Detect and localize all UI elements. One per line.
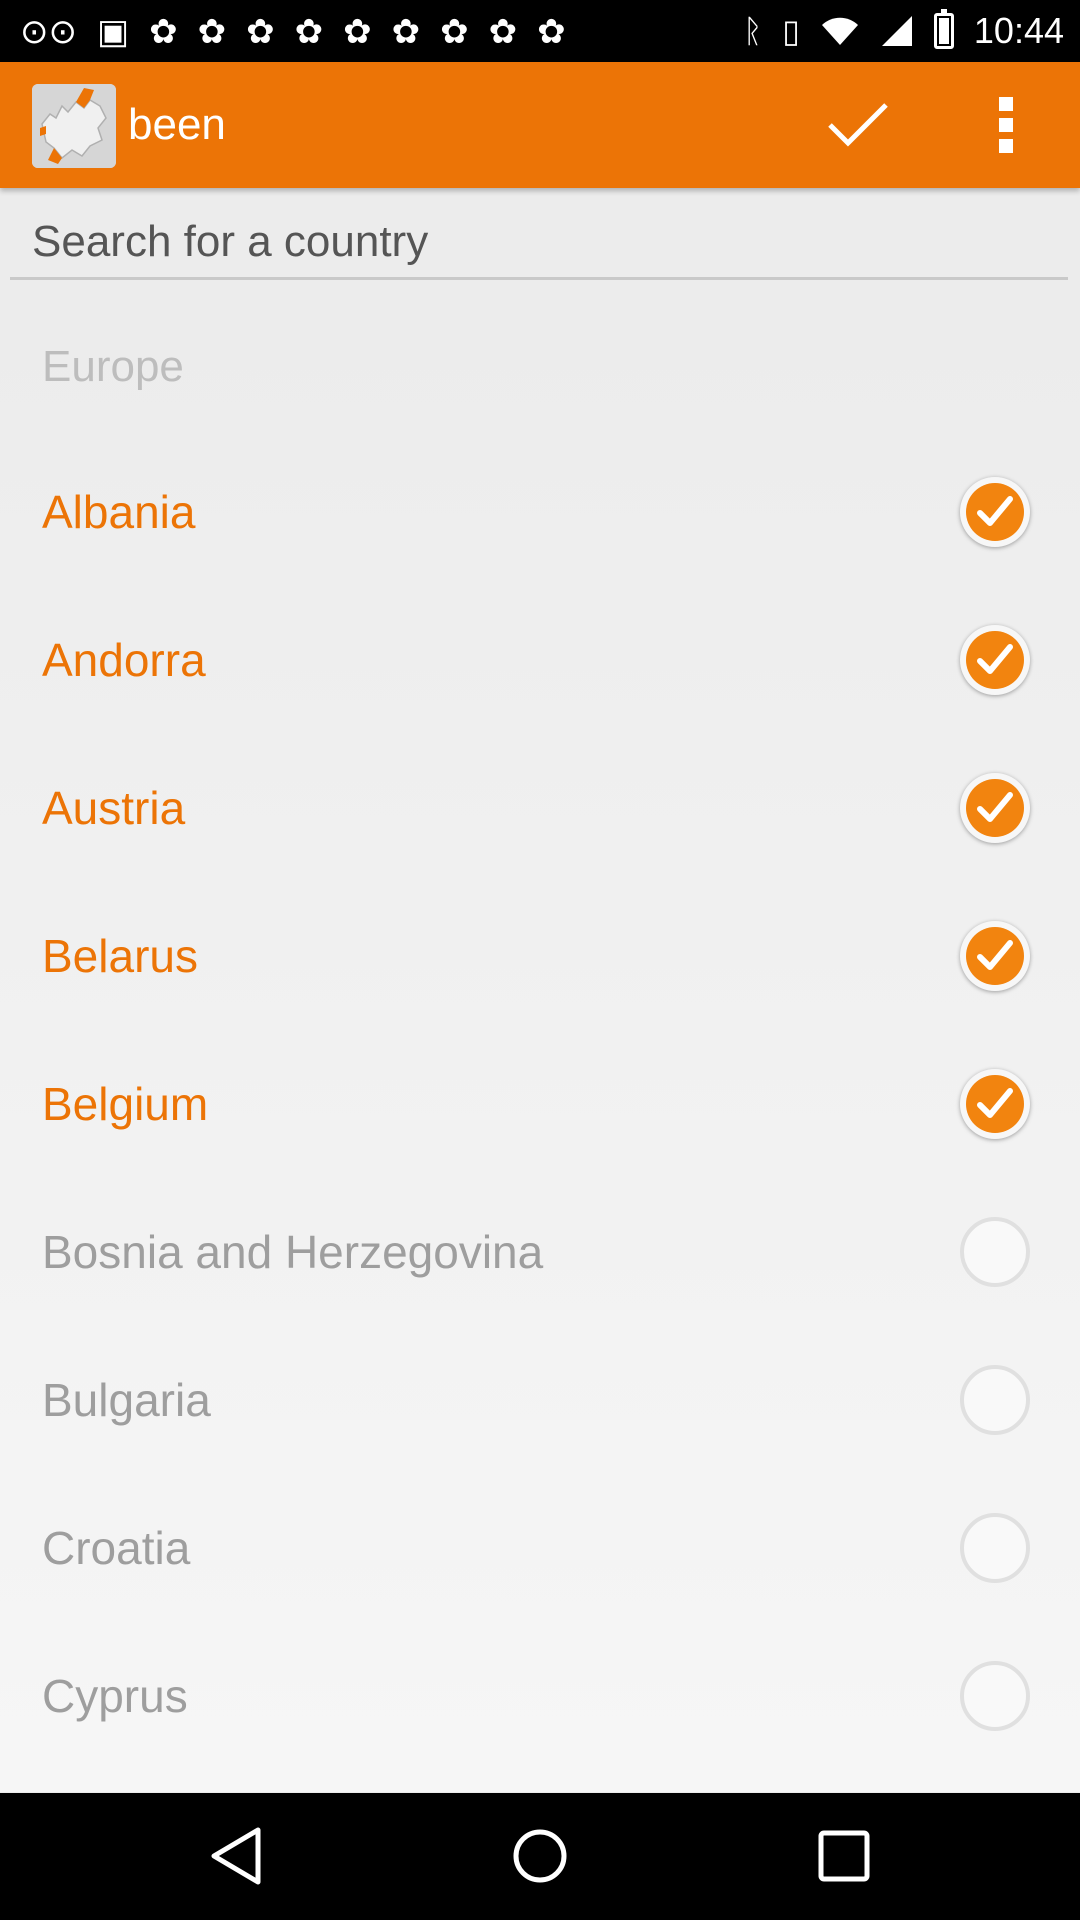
check-icon [828, 103, 888, 147]
country-row[interactable]: Albania [0, 438, 1080, 586]
unchecked-checkbox[interactable] [960, 1217, 1030, 1287]
check-icon [977, 496, 1013, 526]
back-icon [211, 1827, 261, 1885]
overflow-menu-button[interactable] [966, 82, 1046, 168]
country-name: Austria [42, 782, 186, 834]
notification-icons: ⊙⊙ ▣ ✿ ✿ ✿ ✿ ✿ ✿ ✿ ✿ ✿ [20, 10, 566, 54]
country-search-input[interactable] [10, 206, 1068, 280]
pinwheel-icon: ✿ [246, 13, 275, 51]
country-row[interactable]: Bosnia and Herzegovina [0, 1178, 1080, 1326]
recents-icon [818, 1830, 870, 1882]
country-name: Belgium [42, 1078, 209, 1130]
back-button[interactable] [176, 1813, 296, 1899]
overflow-menu-icon [999, 97, 1013, 153]
image-icon: ▣ [96, 13, 130, 51]
country-row[interactable]: Belarus [0, 882, 1080, 1030]
pinwheel-icon: ✿ [149, 13, 178, 51]
navigation-bar [0, 1793, 1080, 1920]
pinwheel-icon: ✿ [343, 13, 372, 51]
checked-checkbox[interactable] [960, 477, 1030, 547]
country-list: Europe Albania Andorra Austria Belarus Belgi… [0, 292, 1080, 1792]
status-bar: ⊙⊙ ▣ ✿ ✿ ✿ ✿ ✿ ✿ ✿ ✿ ✿ ᚱ ▯ 10:44 [0, 0, 1080, 62]
pinwheel-icon: ✿ [537, 13, 566, 51]
country-row[interactable]: Croatia [0, 1474, 1080, 1622]
checked-checkbox[interactable] [960, 773, 1030, 843]
country-row[interactable]: Cyprus [0, 1622, 1080, 1770]
section-header-europe: Europe [42, 342, 184, 391]
country-row[interactable]: Bulgaria [0, 1326, 1080, 1474]
country-name: Bosnia and Herzegovina [42, 1226, 544, 1278]
country-name: Andorra [42, 634, 206, 686]
recents-button[interactable] [784, 1813, 904, 1899]
checked-checkbox[interactable] [960, 625, 1030, 695]
system-tray: ᚱ ▯ 10:44 [743, 0, 1064, 62]
country-row[interactable]: Andorra [0, 586, 1080, 734]
country-name: Bulgaria [42, 1374, 211, 1426]
app-title: been [128, 100, 226, 149]
unchecked-checkbox[interactable] [960, 1661, 1030, 1731]
unchecked-checkbox[interactable] [960, 1513, 1030, 1583]
country-name: Albania [42, 486, 196, 538]
pinwheel-icon: ✿ [294, 13, 324, 51]
country-row[interactable]: Austria [0, 734, 1080, 882]
pinwheel-icon: ✿ [488, 13, 518, 51]
home-button[interactable] [480, 1813, 600, 1899]
pinwheel-icon: ✿ [391, 13, 421, 51]
wifi-icon [821, 17, 858, 45]
country-name: Croatia [42, 1522, 191, 1574]
check-icon [977, 792, 1013, 822]
bluetooth-icon: ᚱ [743, 12, 763, 49]
vibrate-icon: ▯ [782, 13, 800, 49]
done-button[interactable] [808, 82, 908, 168]
checked-checkbox[interactable] [960, 1069, 1030, 1139]
country-name: Belarus [42, 930, 198, 982]
battery-icon [933, 9, 954, 49]
check-icon [977, 644, 1013, 674]
country-name: Cyprus [42, 1670, 188, 1722]
check-icon [977, 940, 1013, 970]
pinwheel-icon: ✿ [197, 13, 227, 51]
status-time: 10:44 [973, 10, 1064, 51]
home-icon [513, 1829, 567, 1883]
signal-icon [881, 16, 912, 46]
check-icon [977, 1088, 1013, 1118]
country-row[interactable]: Belgium [0, 1030, 1080, 1178]
checked-checkbox[interactable] [960, 921, 1030, 991]
europe-map-icon [32, 84, 116, 168]
unchecked-checkbox[interactable] [960, 1365, 1030, 1435]
voicemail-icon: ⊙⊙ [20, 13, 77, 51]
pinwheel-icon: ✿ [440, 13, 469, 51]
app-bar: been [0, 62, 1080, 188]
